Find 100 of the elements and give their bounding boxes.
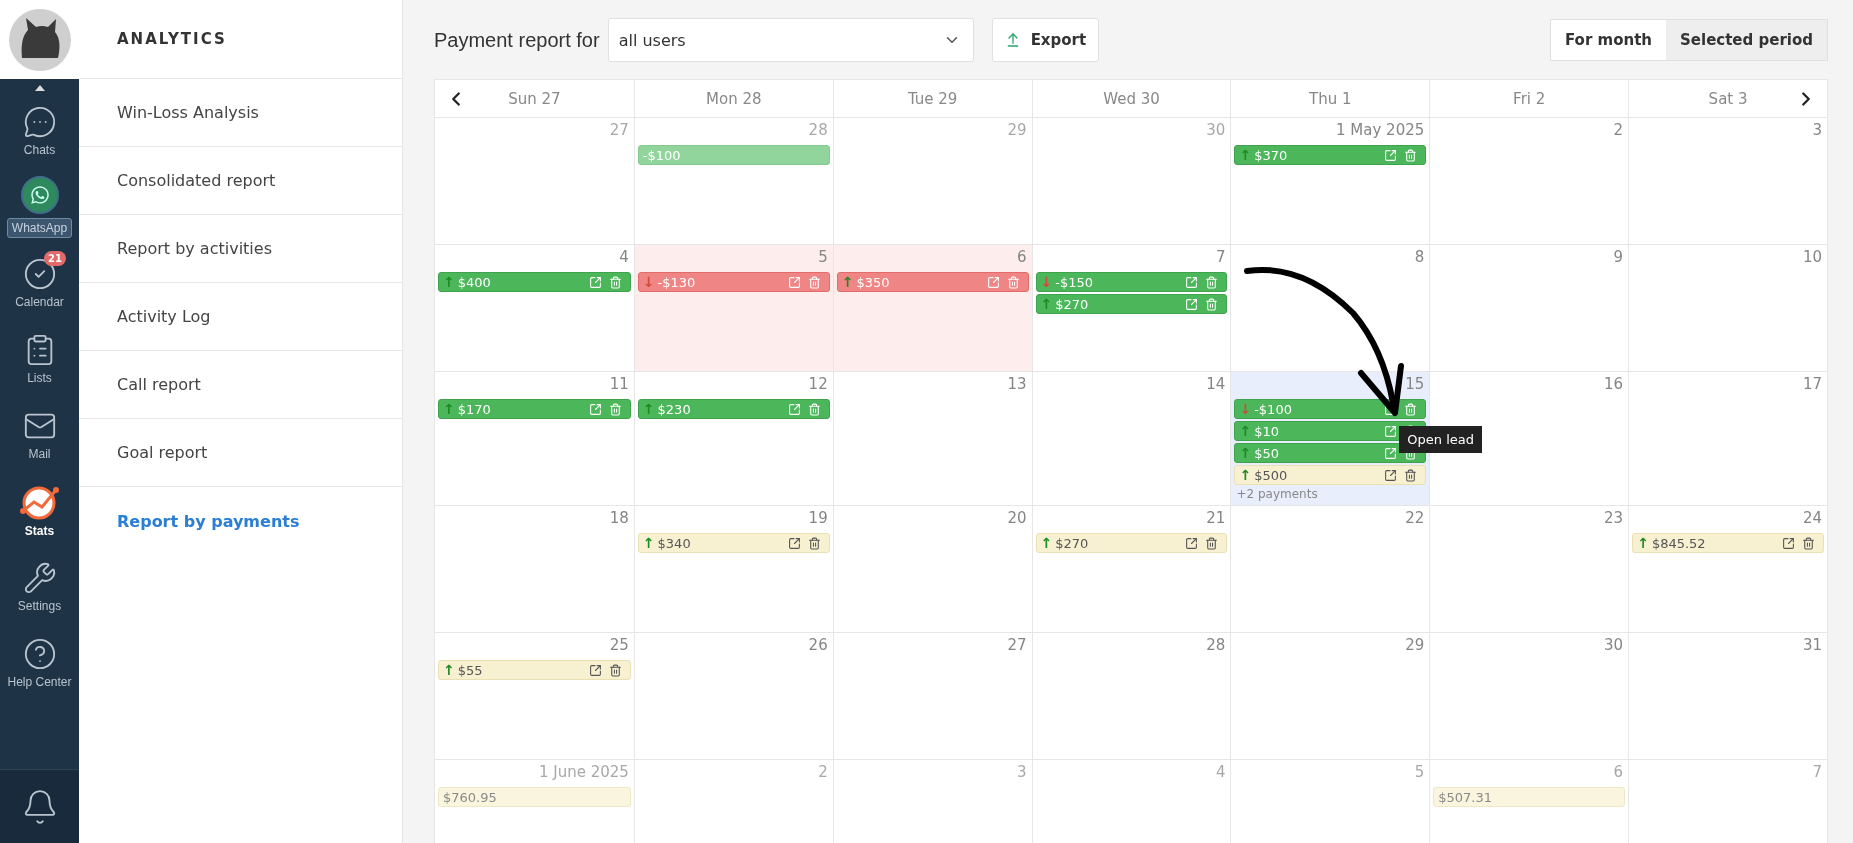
day-number: 18 — [609, 509, 630, 529]
day-number: 5 — [1414, 763, 1426, 783]
direction-arrow: ↑ — [1637, 535, 1649, 551]
day-number: 2 — [818, 763, 829, 783]
sidebar-link[interactable]: Win-Loss Analysis — [117, 103, 259, 122]
payment-entry[interactable]: ↑ $845.52 — [1632, 533, 1824, 553]
day-number: 26 — [808, 636, 829, 656]
nav-label: Chats — [23, 143, 56, 157]
day-number: 2 — [1613, 121, 1625, 141]
payment-amount: $500 — [1254, 467, 1289, 483]
nav-label: WhatsApp — [6, 218, 73, 238]
user-select[interactable]: all users — [607, 18, 974, 62]
day-number: 22 — [1405, 509, 1426, 529]
day-number: 4 — [1215, 763, 1227, 783]
day-number: 30 — [1604, 636, 1625, 656]
payment-entry[interactable]: ↑ $270 — [1035, 533, 1228, 553]
nav-label: Mail — [28, 447, 51, 461]
day-number: 14 — [1206, 375, 1227, 395]
payment-entry[interactable]: ↑ $500 — [1234, 465, 1427, 485]
sidebar-link[interactable]: Goal report — [117, 443, 208, 462]
day-number: 3 — [1017, 763, 1028, 783]
nav-item[interactable]: Settings — [0, 549, 79, 625]
day-number: 20 — [1007, 509, 1028, 529]
day-number: 29 — [1405, 636, 1426, 656]
chat-icon — [22, 105, 57, 139]
day-number: 21 — [1206, 509, 1227, 529]
payment-entry[interactable]: ↑ $340 — [637, 533, 830, 553]
export-button[interactable]: Export — [991, 18, 1100, 62]
day-number: 1 June 2025 — [538, 763, 630, 783]
select-value: all users — [618, 30, 686, 50]
payment-amount: $350 — [856, 274, 891, 290]
direction-arrow: ↑ — [1040, 296, 1053, 312]
payment-amount: -$100 — [1254, 401, 1293, 417]
payment-amount: $507.31 — [1438, 789, 1494, 805]
day-number: 13 — [1007, 375, 1028, 395]
wrench-icon — [22, 561, 57, 595]
day-number: 4 — [619, 248, 630, 268]
open-link-icon[interactable] — [1780, 536, 1797, 550]
weekday-header: Sat 3 — [1708, 89, 1748, 108]
sidebar-link[interactable]: Call report — [117, 375, 201, 394]
weekday-header: Thu 1 — [1309, 89, 1352, 108]
payment-amount: $10 — [1254, 423, 1280, 439]
payment-amount: $760.95 — [443, 789, 498, 805]
nav-label: Lists — [27, 371, 52, 385]
direction-arrow: ↑ — [443, 662, 455, 678]
day-number: 27 — [1007, 636, 1028, 656]
tooltip: Open lead — [1399, 426, 1482, 453]
day-number: 5 — [818, 248, 829, 268]
payment-amount: $340 — [657, 535, 692, 551]
nav-label: Stats — [24, 524, 55, 538]
payment-amount: $270 — [1055, 535, 1090, 551]
nav-item[interactable]: Help Center — [0, 625, 79, 701]
payment-entry[interactable]: ↑ $55 — [438, 660, 631, 680]
nav-label: Help Center — [7, 675, 72, 689]
weekday-header: Mon 28 — [706, 89, 762, 108]
payment-amount: $170 — [457, 401, 492, 417]
direction-arrow: ↑ — [642, 535, 655, 551]
mode-tab[interactable]: Selected period — [1666, 20, 1827, 60]
nav-item[interactable]: Calendar 21 — [0, 245, 79, 321]
day-number: 28 — [1206, 636, 1227, 656]
day-number: 6 — [1017, 248, 1028, 268]
avatar[interactable] — [7, 7, 72, 72]
day-number: 3 — [1812, 121, 1823, 141]
count-badge: 21 — [44, 251, 66, 266]
payment-amount: -$150 — [1055, 274, 1095, 290]
day-number: 17 — [1802, 375, 1823, 395]
nav-label: Settings — [17, 599, 62, 613]
day-number: 29 — [1007, 121, 1028, 141]
report-title: Payment report for — [434, 28, 600, 52]
day-number: 16 — [1604, 375, 1625, 395]
payment-amount: $400 — [457, 274, 492, 290]
day-number: 28 — [808, 121, 829, 141]
nav-item[interactable]: Lists — [0, 321, 79, 397]
direction-arrow: ↑ — [1239, 467, 1252, 483]
chart-icon — [19, 484, 60, 520]
sidebar-link[interactable]: Report by payments — [117, 511, 300, 531]
day-number: 7 — [1812, 763, 1823, 783]
day-number: 27 — [609, 121, 630, 141]
mode-tab[interactable]: For month — [1551, 20, 1666, 60]
sidebar-link[interactable]: Report by activities — [117, 239, 272, 258]
day-number: 25 — [609, 636, 630, 656]
direction-arrow: ↑ — [443, 274, 455, 290]
nav-item[interactable]: WhatsApp — [0, 169, 79, 245]
help-icon — [22, 637, 57, 671]
sidebar-link[interactable]: Consolidated report — [117, 171, 276, 190]
direction-arrow: ↓ — [642, 274, 655, 290]
nav-item[interactable]: Stats — [0, 473, 79, 549]
nav-item[interactable]: Chats — [0, 93, 79, 169]
weekday-header: Tue 29 — [907, 89, 958, 108]
section-title: ANALYTICS — [117, 30, 227, 48]
sidebar-link[interactable]: Activity Log — [117, 307, 211, 326]
weekday-header: Fri 2 — [1513, 89, 1546, 108]
nav-item[interactable]: Mail — [0, 397, 79, 473]
direction-arrow: ↑ — [642, 401, 655, 417]
day-number: 19 — [808, 509, 829, 529]
payment-amount: -$130 — [657, 274, 697, 290]
payment-amount: -$100 — [642, 147, 682, 163]
scroll-up-icon[interactable] — [34, 85, 45, 91]
day-number: 11 — [609, 375, 630, 395]
day-number: 1 May 2025 — [1336, 121, 1426, 141]
